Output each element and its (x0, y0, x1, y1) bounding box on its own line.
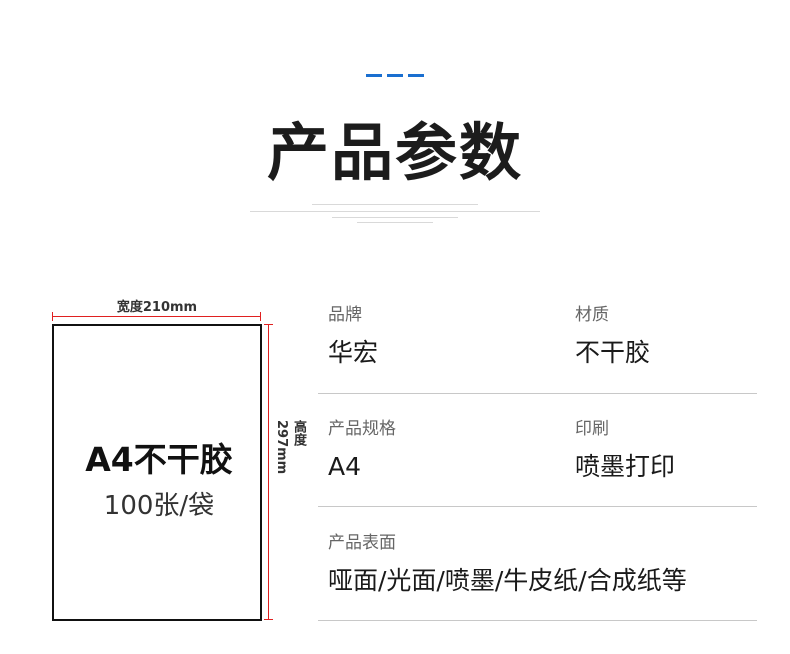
row-divider (318, 506, 757, 507)
title-decoration-line (250, 211, 540, 212)
title-decoration-line (332, 217, 458, 218)
param-label: 印刷 (575, 419, 609, 439)
sheet-sub-text: 100张/袋 (103, 491, 215, 521)
param-label: 产品表面 (328, 533, 396, 553)
param-label: 品牌 (328, 305, 362, 325)
width-dimension-line (52, 312, 261, 321)
param-value: 哑面/光面/喷墨/牛皮纸/合成纸等 (328, 566, 687, 595)
param-material: 材质 不干胶 (575, 304, 650, 370)
title-decoration-line (312, 204, 478, 205)
param-label: 产品规格 (328, 419, 396, 439)
param-spec: 产品规格 A4 (328, 418, 396, 484)
title-decoration-line (357, 222, 433, 223)
height-dimension-line (264, 324, 273, 620)
param-value: A4 (328, 452, 362, 481)
a4-sheet: A4不干胶 100张/袋 (52, 324, 262, 621)
param-label: 材质 (575, 305, 609, 325)
height-dimension-label: 高度297mm (274, 420, 306, 475)
param-value: 不干胶 (575, 338, 651, 367)
page-title: 产品参数 (266, 116, 523, 189)
title-accent-dash (387, 74, 403, 77)
param-value: 喷墨打印 (575, 452, 676, 481)
sheet-main-text: A4不干胶 (85, 440, 233, 479)
title-accent-dash (408, 74, 424, 77)
param-value: 华宏 (328, 338, 379, 367)
param-printing: 印刷 喷墨打印 (575, 418, 675, 484)
param-surface: 产品表面 哑面/光面/喷墨/牛皮纸/合成纸等 (328, 532, 687, 598)
row-divider (318, 620, 757, 621)
width-dimension-label: 宽度210mm (116, 300, 198, 315)
row-divider (318, 393, 757, 394)
title-accent-dash (366, 74, 382, 77)
param-brand: 品牌 华宏 (328, 304, 378, 370)
